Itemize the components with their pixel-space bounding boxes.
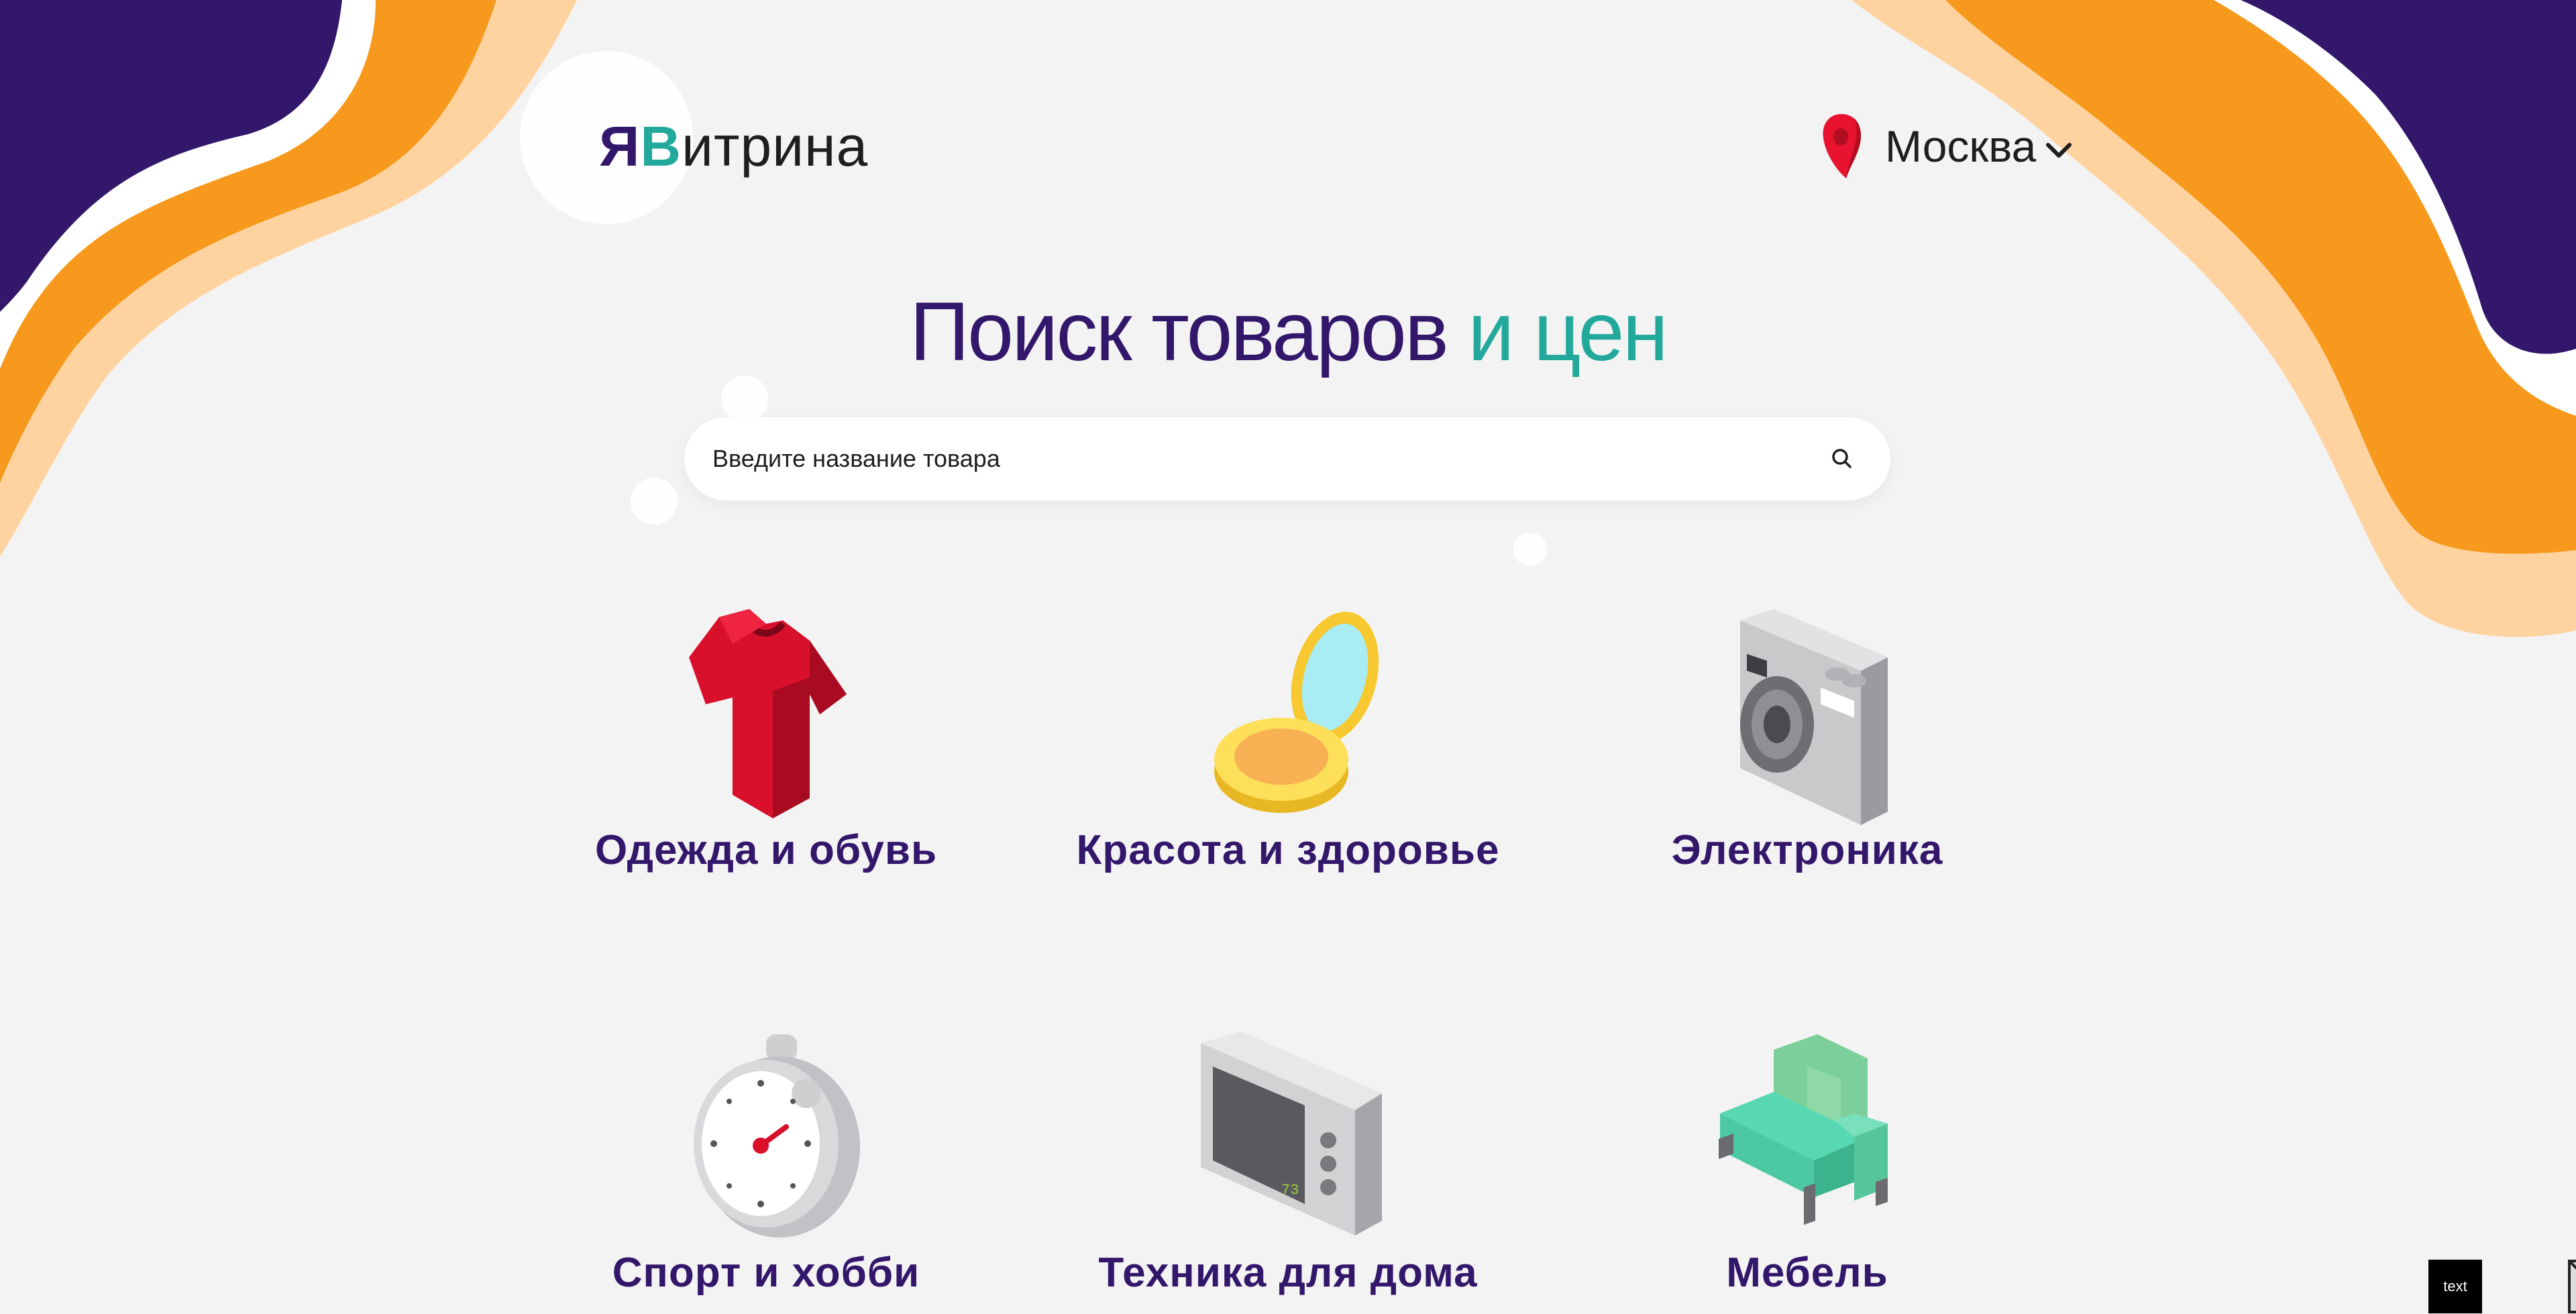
logo-part-rest: итрина bbox=[682, 115, 869, 178]
corner-resize-handle[interactable] bbox=[2568, 1260, 2576, 1313]
bubble-decoration bbox=[721, 376, 768, 423]
category-label: Красота и здоровье bbox=[1076, 827, 1500, 873]
category-label: Техника для дома bbox=[1098, 1250, 1478, 1296]
sofa-icon bbox=[1719, 1034, 1888, 1225]
bubble-decoration bbox=[1513, 533, 1547, 566]
svg-text:73: 73 bbox=[1281, 1182, 1299, 1199]
category-electronics[interactable]: Электроника bbox=[1539, 604, 2076, 876]
category-beauty[interactable]: Красота и здоровье bbox=[1020, 604, 1556, 876]
category-label: Мебель bbox=[1726, 1250, 1888, 1296]
category-label: Одежда и обувь bbox=[594, 827, 938, 873]
search-bar bbox=[684, 417, 1890, 500]
chevron-down-icon bbox=[2046, 143, 2072, 158]
site-logo[interactable]: ЯВитрина bbox=[599, 113, 868, 180]
category-clothing[interactable]: Одежда и обувь bbox=[498, 604, 1034, 876]
stopwatch-icon bbox=[694, 1034, 860, 1238]
search-input[interactable] bbox=[711, 444, 1821, 474]
camera-icon bbox=[1740, 609, 1888, 825]
microwave-icon: 73 bbox=[1201, 1032, 1382, 1236]
page-title-main: Поиск товаров bbox=[910, 286, 1449, 378]
category-home-appliances[interactable]: 73 Техника для дома bbox=[1020, 1026, 1556, 1299]
city-selector[interactable]: Москва bbox=[1819, 111, 2072, 181]
category-label: Спорт и хобби bbox=[612, 1250, 920, 1296]
logo-part-ya: Я bbox=[599, 115, 641, 178]
tshirt-icon bbox=[689, 609, 847, 818]
location-pin-icon bbox=[1823, 114, 1861, 178]
search-button[interactable] bbox=[1821, 437, 1864, 480]
page-title: Поиск товаров и цен bbox=[0, 282, 2576, 382]
page-title-accent: и цен bbox=[1468, 286, 1668, 378]
diagonal-icon bbox=[2569, 1261, 2576, 1270]
category-furniture[interactable]: Мебель bbox=[1539, 1026, 2076, 1299]
search-icon bbox=[1832, 449, 1851, 468]
bubble-decoration bbox=[631, 478, 678, 525]
category-sport[interactable]: Спорт и хобби bbox=[498, 1026, 1034, 1299]
city-name: Москва bbox=[1885, 121, 2037, 171]
compact-mirror-icon bbox=[1214, 612, 1379, 813]
category-label: Электроника bbox=[1671, 827, 1943, 873]
corner-text-button[interactable]: text bbox=[2428, 1260, 2482, 1313]
logo-part-v: В bbox=[640, 115, 682, 178]
